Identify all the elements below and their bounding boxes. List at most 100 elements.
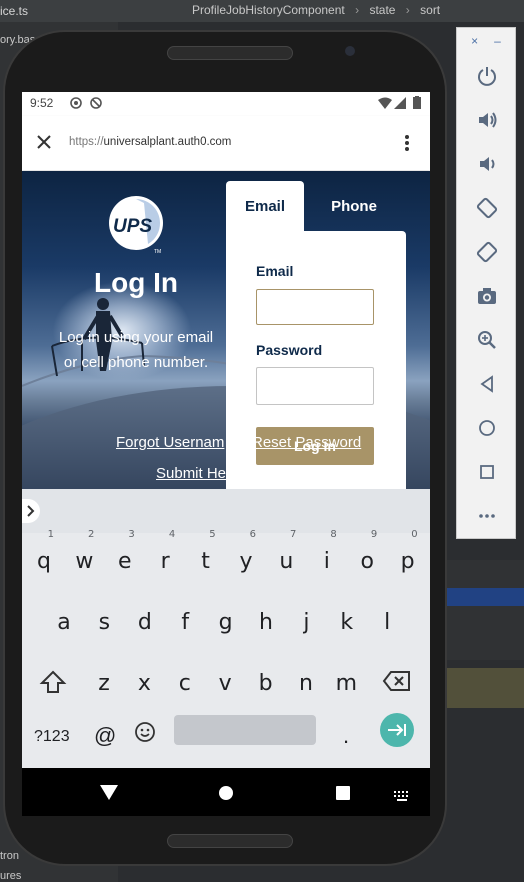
at-key[interactable]: @ xyxy=(94,723,116,749)
front-camera xyxy=(345,46,355,56)
keyboard-key[interactable]: d xyxy=(127,602,163,644)
ups-logo: UPS TM xyxy=(108,195,164,255)
keyboard-key[interactable]: u7 xyxy=(268,529,304,583)
nav-recents-icon[interactable] xyxy=(335,785,351,806)
rotate-right-icon[interactable] xyxy=(457,230,517,274)
key-letter: n xyxy=(299,671,313,696)
expand-toolbar-icon[interactable] xyxy=(22,499,40,523)
keyboard-key[interactable]: w2 xyxy=(66,529,102,583)
submit-help-link[interactable]: Submit He xyxy=(156,465,226,482)
keyboard-key[interactable]: l xyxy=(369,602,405,644)
keyboard-key[interactable]: m xyxy=(328,663,364,705)
ide-highlight xyxy=(440,668,524,708)
key-letter: j xyxy=(303,610,310,635)
tab-email-label: Email xyxy=(244,198,286,215)
keyboard-key[interactable]: t5 xyxy=(188,529,224,583)
tab-phone[interactable]: Phone xyxy=(304,181,404,231)
breadcrumb-item[interactable]: sort xyxy=(420,3,440,17)
suggestion-strip xyxy=(22,489,430,533)
keyboard-switch-icon[interactable] xyxy=(394,788,410,806)
keyboard-key[interactable]: e3 xyxy=(107,529,143,583)
wifi-icon xyxy=(378,97,392,112)
zoom-icon[interactable] xyxy=(457,318,517,362)
shift-key[interactable] xyxy=(39,669,67,700)
ide-file-tab[interactable]: ice.ts xyxy=(0,4,28,18)
keyboard-key[interactable]: i8 xyxy=(309,529,345,583)
back-icon[interactable] xyxy=(457,362,517,406)
key-letter: z xyxy=(98,671,110,696)
breadcrumb-item[interactable]: ProfileJobHistoryComponent xyxy=(192,3,345,17)
url-field[interactable]: https://universalplant.auth0.com xyxy=(69,136,231,148)
more-icon[interactable] xyxy=(457,494,517,538)
cell-signal-icon xyxy=(394,97,406,112)
battery-icon xyxy=(413,96,421,112)
ide-file-item[interactable]: ures xyxy=(0,870,21,882)
minimize-icon[interactable]: – xyxy=(494,34,501,48)
email-field[interactable] xyxy=(256,289,374,325)
svg-text:TM: TM xyxy=(154,249,161,255)
key-hint-number: 8 xyxy=(330,529,337,540)
ide-top-bar: ice.ts ProfileJobHistoryComponent › stat… xyxy=(0,0,524,22)
soft-keyboard: q1w2e3r4t5y6u7i8o9p0 asdfghjkl zxcvbnm ?… xyxy=(22,489,430,768)
go-key[interactable] xyxy=(380,713,414,747)
forgot-username-link[interactable]: Forgot Usernam xyxy=(116,434,224,451)
nav-home-icon[interactable] xyxy=(218,785,234,806)
keyboard-key[interactable]: z xyxy=(86,663,122,705)
overflow-menu-icon[interactable] xyxy=(404,134,410,157)
keyboard-key[interactable]: x xyxy=(126,663,162,705)
ide-editor-area xyxy=(440,560,524,660)
keyboard-key[interactable]: c xyxy=(167,663,203,705)
signal-dot-icon xyxy=(70,97,82,112)
key-letter: b xyxy=(258,671,273,696)
ide-file-item[interactable]: tron xyxy=(0,850,19,862)
tab-phone-label: Phone xyxy=(331,198,377,215)
keyboard-key[interactable]: v xyxy=(207,663,243,705)
keyboard-key[interactable]: g xyxy=(208,602,244,644)
period-key[interactable]: . xyxy=(343,723,349,749)
backspace-key[interactable] xyxy=(382,669,412,698)
home-icon[interactable] xyxy=(457,406,517,450)
key-letter: i xyxy=(323,549,330,574)
power-icon[interactable] xyxy=(457,54,517,98)
breadcrumb-item[interactable]: state xyxy=(369,3,395,17)
keyboard-key[interactable]: b xyxy=(248,663,284,705)
keyboard-key[interactable]: k xyxy=(329,602,365,644)
close-icon[interactable]: × xyxy=(471,34,478,48)
key-letter: v xyxy=(218,671,232,696)
key-hint-number: 6 xyxy=(249,529,256,540)
keyboard-key[interactable]: p0 xyxy=(390,529,426,583)
keyboard-key[interactable]: s xyxy=(86,602,122,644)
nav-back-icon[interactable] xyxy=(100,785,118,806)
keyboard-key[interactable]: r4 xyxy=(147,529,183,583)
tab-email[interactable]: Email xyxy=(226,181,304,231)
keyboard-key[interactable]: j xyxy=(288,602,324,644)
key-letter: a xyxy=(57,610,71,635)
key-letter: u xyxy=(279,549,294,574)
key-hint-number: 0 xyxy=(411,529,418,540)
key-hint-number: 9 xyxy=(370,529,378,540)
close-icon[interactable] xyxy=(36,134,52,155)
keyboard-key[interactable]: h xyxy=(248,602,284,644)
keyboard-key[interactable]: o9 xyxy=(349,529,385,583)
keyboard-key[interactable]: a xyxy=(46,602,82,644)
url-host: universalplant.auth0.com xyxy=(103,136,232,148)
key-letter: c xyxy=(178,671,191,696)
symbols-key[interactable]: ?123 xyxy=(34,728,70,746)
keyboard-key[interactable]: f xyxy=(167,602,203,644)
key-letter: m xyxy=(335,671,358,696)
emoji-icon[interactable] xyxy=(134,721,156,748)
reset-password-link[interactable]: Reset Password xyxy=(252,434,361,451)
keyboard-key[interactable]: y6 xyxy=(228,529,264,583)
rotate-left-icon[interactable] xyxy=(457,186,517,230)
camera-icon[interactable] xyxy=(457,274,517,318)
key-letter: r xyxy=(160,549,170,574)
password-field[interactable] xyxy=(256,367,374,405)
volume-up-icon[interactable] xyxy=(457,98,517,142)
space-bar[interactable] xyxy=(174,715,316,745)
email-label: Email xyxy=(256,263,294,279)
keyboard-key[interactable]: q1 xyxy=(26,529,62,583)
overview-icon[interactable] xyxy=(457,450,517,494)
volume-down-icon[interactable] xyxy=(457,142,517,186)
url-scheme: https:// xyxy=(69,136,104,148)
keyboard-key[interactable]: n xyxy=(288,663,324,705)
